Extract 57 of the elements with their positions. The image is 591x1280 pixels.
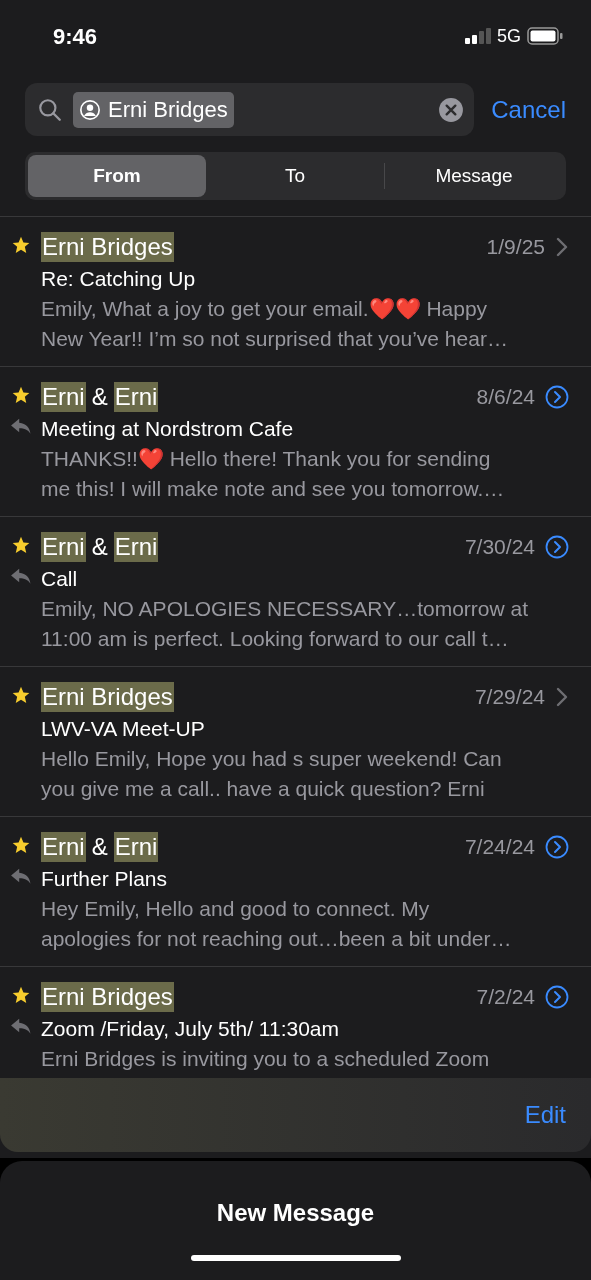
network-label: 5G [497, 24, 521, 48]
search-icon [37, 96, 63, 123]
sender-name: Erni [113, 832, 159, 862]
message-date: 7/29/24 [474, 684, 545, 711]
search-token[interactable]: Erni Bridges [73, 91, 234, 128]
sender-name: Erni Bridges [41, 232, 174, 262]
sender-name: & [91, 382, 108, 412]
chevron-icon[interactable] [555, 236, 569, 258]
message-date: 7/2/24 [476, 984, 535, 1011]
message-preview: THANKS!!❤ Hello there! Thank you for sending [41, 446, 492, 472]
chevron-circle-icon[interactable] [545, 835, 569, 859]
message-subject: Re: Catching Up [41, 266, 197, 292]
sender-name: Erni Bridges [41, 982, 174, 1012]
chevron-circle-icon[interactable] [545, 385, 569, 409]
chevron-circle-icon[interactable] [545, 535, 569, 559]
sender-name: Erni [41, 382, 86, 412]
status-time: 9:46 [53, 22, 98, 51]
battery-icon [527, 27, 563, 45]
message-preview: you give me a call.. have a quick question? Erni [41, 776, 486, 802]
message-preview: Emily, What a joy to get your email.❤❤ Happy [41, 296, 489, 322]
sender-name: & [91, 532, 108, 562]
message-date: 7/30/24 [464, 534, 535, 561]
chevron-circle-icon[interactable] [545, 985, 569, 1009]
compose-sheet[interactable]: New Message [0, 1161, 591, 1280]
message-subject: Meeting at Nordstrom Cafe [41, 416, 295, 442]
message-subject: LWV-VA Meet-UP [41, 716, 206, 742]
edit-button[interactable]: Edit [524, 1097, 566, 1133]
scope-tab[interactable]: To [206, 155, 384, 197]
signal-icon [465, 28, 491, 44]
message-preview: New Year!! I’m so not surprised that you’ve hear… [41, 326, 509, 352]
scope-tab[interactable]: Message [385, 155, 563, 197]
search-field[interactable]: Erni Bridges [25, 83, 475, 136]
message-preview: Emily, NO APOLOGIES NECESSARY…tomorrow at [41, 596, 530, 622]
sender-name: Erni [113, 532, 159, 562]
sender-name: Erni Bridges [41, 682, 174, 712]
scope-tab[interactable]: From [28, 155, 206, 197]
sender-name: Erni [41, 532, 86, 562]
message-subject: Further Plans [41, 866, 169, 892]
message-preview: Hello Emily, Hope you had s super weekend! Can [41, 746, 503, 772]
sender-name: Erni [113, 382, 159, 412]
message-preview: Hey Emily, Hello and good to connect. My [41, 896, 431, 922]
sender-name: & [91, 832, 108, 862]
cancel-button[interactable]: Cancel [491, 91, 566, 128]
message-date: 1/9/25 [486, 234, 545, 261]
person-icon [79, 98, 101, 121]
message-preview: 11:00 am is perfect. Looking forward to our call t… [41, 626, 510, 652]
chevron-icon[interactable] [555, 686, 569, 708]
message-subject: Call [41, 566, 79, 592]
message-preview: Erni Bridges is inviting you to a scheduled Zoom [41, 1046, 491, 1072]
message-date: 7/24/24 [464, 834, 535, 861]
clear-icon[interactable] [438, 96, 465, 123]
sender-name: Erni [41, 832, 86, 862]
message-date: 8/6/24 [476, 384, 535, 411]
message-preview: apologies for not reaching out…been a bit under… [41, 926, 513, 952]
compose-title: New Message [216, 1198, 375, 1228]
message-subject: Zoom /Friday, July 5th/ 11:30am [41, 1016, 340, 1042]
message-preview: me this! I will make note and see you tomorrow.… [41, 476, 506, 502]
